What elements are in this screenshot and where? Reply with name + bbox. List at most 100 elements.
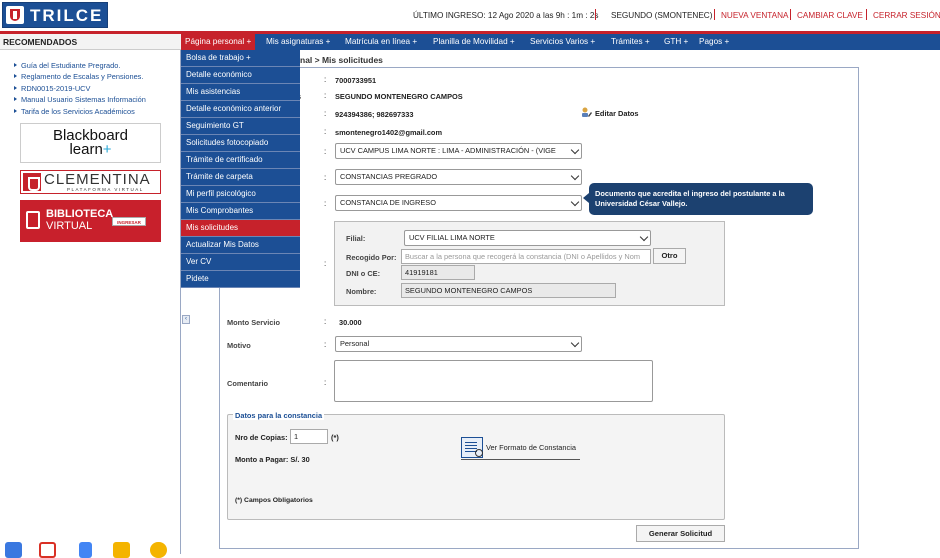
link-tarifa[interactable]: Tarifa de los Servicios Académicos xyxy=(21,107,135,116)
link-reglamento[interactable]: Reglamento de Escalas y Pensiones. xyxy=(21,72,143,81)
last-login-text: ÚLTIMO INGRESO: 12 Ago 2020 a las 9h : 1… xyxy=(413,11,599,20)
menu-tramite-certificado[interactable]: Trámite de certificado xyxy=(181,152,300,169)
biblioteca-enter-button[interactable]: INGRESAR xyxy=(112,217,146,226)
blackboard-plus: + xyxy=(102,141,112,158)
keep-app-icon[interactable] xyxy=(150,542,167,558)
nav-pagos[interactable]: Pagos + xyxy=(699,34,729,50)
filial-label: Filial: xyxy=(346,234,366,243)
biblioteca-title: BIBLIOTECA xyxy=(46,208,114,220)
formato-underline xyxy=(461,459,580,460)
new-window-link[interactable]: NUEVA VENTANA xyxy=(721,11,788,20)
nav-servicios-varios[interactable]: Servicios Varios + xyxy=(530,34,595,50)
main-nav: Página personal + Mis asignaturas + Matr… xyxy=(181,34,940,50)
monto-pagar: Monto a Pagar: S/. 30 xyxy=(235,455,310,464)
document-select[interactable]: CONSTANCIA DE INGRESO xyxy=(335,195,582,211)
gmail-app-icon[interactable] xyxy=(39,542,56,558)
copias-input[interactable]: 1 xyxy=(290,429,328,444)
colon: : xyxy=(324,259,327,268)
nav-tramites[interactable]: Trámites + xyxy=(611,34,650,50)
nav-gth[interactable]: GTH + xyxy=(664,34,688,50)
comentario-label: Comentario xyxy=(227,379,269,388)
nav-matricula[interactable]: Matrícula en línea + xyxy=(345,34,417,50)
biblioteca-banner[interactable]: BIBLIOTECA VIRTUAL INGRESAR xyxy=(20,200,161,242)
chevron-down-icon xyxy=(570,197,580,207)
monto-value: 30.000 xyxy=(339,318,362,327)
menu-seguimiento-gt[interactable]: Seguimiento GT xyxy=(181,118,300,135)
menu-ver-cv[interactable]: Ver CV xyxy=(181,254,300,271)
request-type-value: CONSTANCIAS PREGRADO xyxy=(340,172,438,181)
docs-app-icon[interactable] xyxy=(79,542,92,558)
request-type-select[interactable]: CONSTANCIAS PREGRADO xyxy=(335,169,582,185)
pagina-personal-dropdown: Bolsa de trabajo + Detalle económico Mis… xyxy=(181,50,300,288)
bullet-icon xyxy=(14,74,17,78)
document-select-value: CONSTANCIA DE INGRESO xyxy=(340,198,436,207)
copias-label: Nro de Copias: xyxy=(235,433,288,442)
nombre-field: SEGUNDO MONTENEGRO CAMPOS xyxy=(401,283,616,298)
menu-pidete[interactable]: Pidete xyxy=(181,271,300,288)
library-icon xyxy=(26,211,40,229)
campus-select[interactable]: UCV CAMPUS LIMA NORTE : LIMA - ADMINISTR… xyxy=(335,143,582,159)
sidebar-title: RECOMENDADOS xyxy=(0,34,181,50)
filial-select[interactable]: UCV FILIAL LIMA NORTE xyxy=(404,230,651,246)
menu-solicitudes-fotocopiado[interactable]: Solicitudes fotocopiado xyxy=(181,135,300,152)
recommended-sidebar: RECOMENDADOS Guía del Estudiante Pregrad… xyxy=(0,34,181,558)
trilce-logo[interactable]: TRILCE xyxy=(2,2,108,28)
nav-planilla-movilidad[interactable]: Planilla de Movilidad + xyxy=(433,34,515,50)
otro-button[interactable]: Otro xyxy=(653,248,686,264)
nav-mis-asignaturas[interactable]: Mis asignaturas + xyxy=(266,34,330,50)
recogido-search-input[interactable]: Buscar a la persona que recogerá la cons… xyxy=(401,249,651,264)
clementina-logo-icon xyxy=(23,173,41,191)
drive-app-icon[interactable] xyxy=(113,542,130,558)
bullet-icon xyxy=(14,97,17,101)
document-search-icon[interactable] xyxy=(461,437,483,458)
chevron-down-icon xyxy=(570,145,580,155)
menu-bolsa-trabajo[interactable]: Bolsa de trabajo + xyxy=(181,50,300,67)
nav-pagina-personal[interactable]: Página personal + xyxy=(181,34,256,50)
divider xyxy=(714,9,715,20)
logout-link[interactable]: CERRAR SESIÓN xyxy=(873,11,940,20)
menu-mis-comprobantes[interactable]: Mis Comprobantes xyxy=(181,203,300,220)
logo-text: TRILCE xyxy=(30,6,104,25)
blackboard-banner[interactable]: Blackboard learn+ xyxy=(20,123,161,163)
colon: : xyxy=(324,109,327,118)
menu-perfil-psicologico[interactable]: Mi perfil psicológico xyxy=(181,186,300,203)
student-phones: 924394386; 982697333 xyxy=(335,110,414,119)
os-dock xyxy=(0,538,181,558)
collapse-sidebar-button[interactable]: ‹ xyxy=(182,315,190,324)
link-manual-usuario[interactable]: Manual Usuario Sistemas Información xyxy=(21,95,146,104)
menu-detalle-economico[interactable]: Detalle económico xyxy=(181,67,300,84)
monto-label: Monto Servicio xyxy=(227,318,280,327)
menu-tramite-carpeta[interactable]: Trámite de carpeta xyxy=(181,169,300,186)
generar-solicitud-button[interactable]: Generar Solicitud xyxy=(636,525,725,542)
divider xyxy=(790,9,791,20)
chevron-down-icon xyxy=(639,232,649,242)
edit-user-icon[interactable] xyxy=(581,107,592,118)
colon: : xyxy=(324,199,327,208)
menu-detalle-economico-anterior[interactable]: Detalle económico anterior xyxy=(181,101,300,118)
link-guia-estudiante[interactable]: Guía del Estudiante Pregrado. xyxy=(21,61,120,70)
colon: : xyxy=(324,91,327,100)
colon: : xyxy=(324,75,327,84)
student-code: 7000733951 xyxy=(335,76,377,85)
calendar-app-icon[interactable] xyxy=(5,542,22,558)
clementina-title: CLEMENTINA xyxy=(44,171,151,188)
link-rdn[interactable]: RDN0015-2019-UCV xyxy=(21,84,90,93)
top-bar: TRILCE ÚLTIMO INGRESO: 12 Ago 2020 a las… xyxy=(0,0,940,31)
edit-data-button[interactable]: Editar Datos xyxy=(595,109,639,118)
ucv-shield-icon xyxy=(6,6,24,24)
required-mark: (*) xyxy=(331,433,339,442)
clementina-banner[interactable]: CLEMENTINA PLATAFORMA VIRTUAL xyxy=(20,170,161,194)
dni-label: DNI o CE: xyxy=(346,269,381,278)
bullet-icon xyxy=(14,86,17,90)
motivo-label: Motivo xyxy=(227,341,251,350)
colon: : xyxy=(324,147,327,156)
breadcrumb: nal > Mis solicitudes xyxy=(300,55,383,65)
ver-formato-link[interactable]: Ver Formato de Constancia xyxy=(486,443,576,452)
menu-mis-solicitudes[interactable]: Mis solicitudes xyxy=(181,220,300,237)
comentario-textarea[interactable] xyxy=(334,360,653,402)
recogido-label: Recogido Por: xyxy=(346,253,397,262)
motivo-select[interactable]: Personal xyxy=(335,336,582,352)
menu-actualizar-datos[interactable]: Actualizar Mis Datos xyxy=(181,237,300,254)
menu-mis-asistencias[interactable]: Mis asistencias xyxy=(181,84,300,101)
change-password-link[interactable]: CAMBIAR CLAVE xyxy=(797,11,863,20)
